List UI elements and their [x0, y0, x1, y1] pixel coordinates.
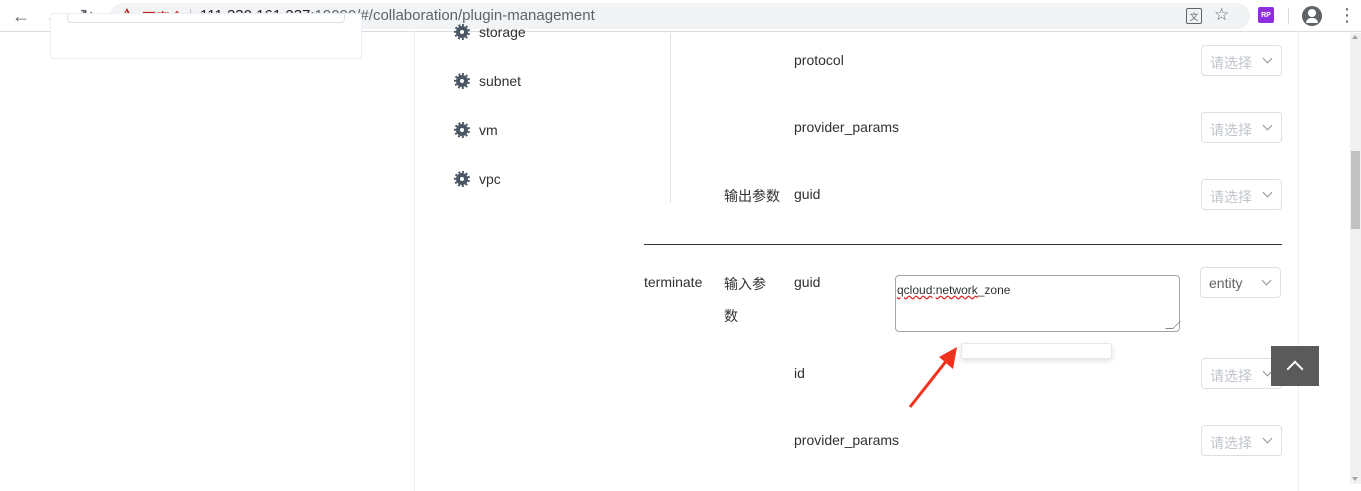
protocol-select[interactable]: 请选择 [1201, 45, 1282, 76]
textarea-value: qcloud:network_zone [897, 283, 1010, 297]
gear-icon [454, 24, 470, 40]
gear-icon [454, 122, 470, 138]
chevron-down-icon [1262, 187, 1273, 198]
extension-icon[interactable]: RP [1258, 7, 1274, 23]
textarea-value-part: network [935, 283, 978, 297]
select-value: entity [1209, 275, 1243, 291]
annotation-arrow-shaft [908, 354, 953, 408]
param-label-guid: guid [794, 274, 821, 290]
plugin-item-label: vpc [479, 171, 501, 187]
plugin-item-vpc[interactable]: vpc [454, 171, 501, 187]
autocomplete-popup[interactable] [961, 343, 1112, 359]
back-to-top-button[interactable] [1271, 346, 1319, 386]
guid-type-select[interactable]: entity [1200, 267, 1281, 298]
gear-icon [454, 73, 470, 89]
input-params-label-line2: 数 [724, 308, 738, 324]
plugin-item-label: vm [479, 122, 498, 138]
annotation-arrow-icon [908, 347, 957, 408]
guid-expression-textarea[interactable]: qcloud:network_zone [895, 275, 1181, 332]
chevron-down-icon [1262, 120, 1273, 131]
param-label-id: id [794, 365, 805, 381]
section-divider [644, 244, 1282, 245]
plugin-item-vm[interactable]: vm [454, 122, 498, 138]
select-placeholder: 请选择 [1210, 189, 1252, 205]
chevron-down-icon [1262, 433, 1273, 444]
chevron-down-icon [1261, 275, 1272, 286]
back-arrow-icon[interactable]: ← [9, 4, 33, 28]
plugin-item-label: storage [479, 24, 526, 40]
id-select[interactable]: 请选择 [1201, 358, 1282, 389]
gear-icon [454, 171, 470, 187]
resize-handle[interactable] [1165, 321, 1181, 329]
translate-icon[interactable]: 文 [1186, 8, 1202, 24]
param-label-protocol: protocol [794, 52, 844, 68]
profile-icon[interactable] [1302, 6, 1322, 26]
param-label-provider-params: provider_params [794, 432, 900, 448]
page-scrollbar[interactable] [1350, 33, 1361, 484]
bookmark-star-icon[interactable]: ☆ [1214, 5, 1229, 25]
scroll-down-arrow-icon[interactable] [1352, 477, 1358, 481]
textarea-value-part: qcloud [897, 283, 933, 297]
textarea-value-part: _zone [977, 283, 1011, 297]
select-placeholder: 请选择 [1210, 55, 1252, 71]
tree-divider [670, 33, 671, 203]
scroll-up-arrow-icon[interactable] [1352, 35, 1358, 39]
select-placeholder: 请选择 [1210, 122, 1252, 138]
left-card-input[interactable] [67, 14, 345, 23]
toolbar-divider [1288, 8, 1289, 24]
plugin-item-storage[interactable]: storage [454, 24, 526, 40]
left-card [50, 13, 362, 59]
plugin-item-subnet[interactable]: subnet [454, 73, 522, 89]
plugin-item-label: subnet [479, 73, 522, 89]
select-placeholder: 请选择 [1210, 368, 1252, 384]
param-label-provider-params: provider_params [794, 119, 900, 135]
more-menu-icon[interactable]: ⋮ [1338, 6, 1356, 24]
output-guid-select[interactable]: 请选择 [1201, 179, 1282, 210]
provider-params-select[interactable]: 请选择 [1201, 425, 1282, 456]
chevron-down-icon [1262, 53, 1273, 64]
input-params-label-line1: 输入参 [724, 276, 766, 292]
scrollbar-thumb[interactable] [1351, 151, 1360, 229]
page-content: storage subnet vm vpc protocol 请选择 provi… [0, 13, 1350, 491]
chevron-up-icon [1286, 360, 1304, 378]
output-params-label: 输出参数 [724, 188, 780, 204]
select-placeholder: 请选择 [1210, 435, 1252, 451]
param-label-guid: guid [794, 186, 821, 202]
action-label-terminate: terminate [644, 274, 703, 290]
provider-params-select[interactable]: 请选择 [1201, 112, 1282, 143]
plugin-config-panel [414, 31, 1299, 491]
